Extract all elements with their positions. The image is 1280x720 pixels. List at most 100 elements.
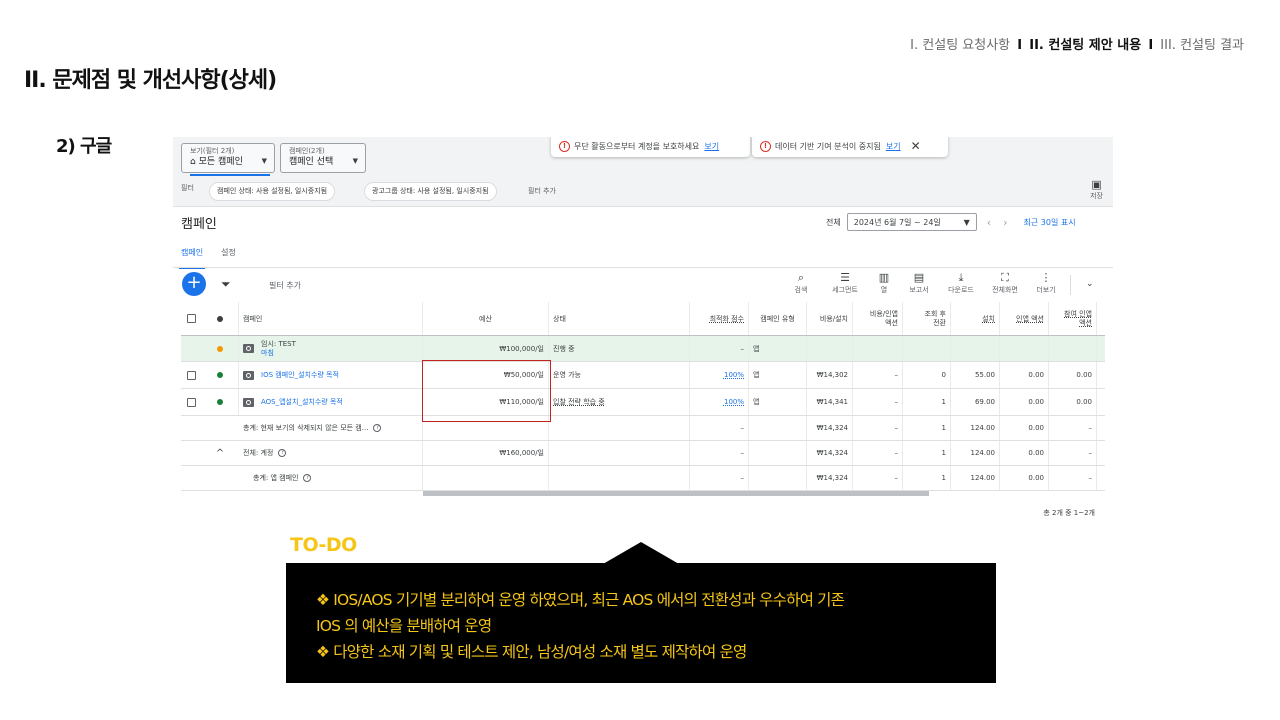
todo-label: TO-DO [290,534,357,556]
col-inapp[interactable]: 인앱 액션 [1016,314,1044,324]
tool-columns[interactable]: ▥ 열 [864,271,904,295]
view-selector[interactable]: 보기(필터 2개) ⌂ 모든 캠페인 ▼ [181,143,275,176]
table-toolbar: + ⏷ 필터 추가 ⌕ 검색 ☰ 세그먼트 ▥ 열 ▤ 보고서 ⤓ 다운로드 ⛶… [173,270,1113,302]
opt-score-value[interactable]: 100% [724,398,744,406]
nav-item-results[interactable]: III. 컨설팅 결과 [1160,38,1244,53]
toolbar-divider [1070,275,1071,295]
columns-icon: ▥ [878,271,890,284]
row-checkbox[interactable] [186,397,196,407]
col-cost-inapp[interactable]: 비용/인앱 액션 [853,302,903,335]
col-installs[interactable]: 설치 [982,314,995,324]
campaign-name[interactable]: 임시: TEST [261,340,296,349]
view-conv-value: 0 [903,362,951,388]
save-icon: ▣ [1091,178,1102,191]
help-icon[interactable]: ? [373,424,382,432]
opt-score-value[interactable]: 100% [724,371,744,379]
todo-line: ❖ 다양한 소재 기획 및 테스트 제안, 남성/여성 소재 별도 제작하여 운… [316,643,747,661]
help-icon[interactable]: ? [303,474,312,482]
tool-fullscreen[interactable]: ⛶ 전체화면 [985,271,1025,295]
date-prefix: 전체 [826,217,841,227]
more-icon: ⋮ [1040,271,1052,284]
totals-row: 총계: 앱 캠페인 ? – ₩14,324 – 1 124.00 0.00 – [181,466,1105,491]
tab-campaigns[interactable]: 캠페인 [178,243,206,269]
col-view-conv[interactable]: 조회 후 전환 [903,302,951,335]
horizontal-scrollbar[interactable] [423,491,929,496]
engage-value: 0.00 [1049,389,1097,415]
status-value: 진행 중 [549,336,690,361]
status-dot-icon [216,372,223,378]
tool-reports[interactable]: ▤ 보고서 [899,271,939,295]
col-cost-install[interactable]: 비용/설치 [807,302,853,335]
save-button[interactable]: ▣ 저장 [1090,179,1103,201]
filter-chip-campaign-status[interactable]: 캠페인 상태: 사용 설정됨, 일시중지됨 [209,182,336,201]
tool-download[interactable]: ⤓ 다운로드 [941,271,981,295]
add-filter-link[interactable]: 필터 추가 [528,186,556,196]
campaign-name-link[interactable]: AOS_앱설치_설치수량 목적 [261,397,343,407]
campaign-selector-label: 캠페인(2개) [289,147,325,155]
filter-funnel-icon[interactable]: ⏷ [221,277,231,292]
view-selector-value: 모든 캠페인 [198,157,243,167]
status-value: 운영 가능 [549,362,690,388]
installs-value: 69.00 [951,389,1000,415]
google-ads-screenshot: 보기(필터 2개) ⌂ 모든 캠페인 ▼ 캠페인(2개) 캠페인 선택 ▼ ! … [173,137,1113,527]
nav-item-proposal[interactable]: II. 컨설팅 제안 내용 [1029,38,1141,53]
row-checkbox[interactable] [186,370,196,380]
nav-item-requests[interactable]: I. 컨설팅 요청사항 [910,38,1010,53]
totals-label: 총계: 현재 보기의 삭제되지 않은 모든 캠... [243,424,369,432]
close-icon[interactable]: ✕ [911,139,921,153]
download-icon: ⤓ [958,271,964,284]
notice-view-link[interactable]: 보기 [704,141,719,152]
collapse-chevron-icon[interactable]: ^ [216,448,224,459]
table-row[interactable]: AOS_앱설치_설치수량 목적 ₩110,000/일 입찰 전략 학습 중 10… [181,389,1105,416]
cost-inapp-value: – [853,389,903,415]
notice-view-link[interactable]: 보기 [886,141,901,152]
campaigns-heading: 캠페인 [181,217,217,232]
chevron-down-icon[interactable]: ⌄ [1086,279,1094,289]
status-dot-icon [216,345,223,352]
col-budget[interactable]: 예산 [423,302,549,335]
pagination-text: 총 2개 중 1~2개 [1043,509,1095,517]
col-campaign-type[interactable]: 캠페인 유형 [749,302,807,335]
date-nav-arrows-icon[interactable]: ‹› [987,216,1020,229]
add-campaign-button[interactable]: + [182,272,206,296]
nav-separator: I [1017,38,1023,53]
tool-search[interactable]: ⌕ 검색 [781,271,821,295]
toolbar-filter-input[interactable]: 필터 추가 [269,280,301,291]
page-title: II. 문제점 및 개선사항(상세) [24,68,277,93]
date-range-picker[interactable]: 2024년 6월 7일 ~ 24일 ▼ [846,213,977,231]
cost-inapp-value: – [853,362,903,388]
opt-score-value: – [690,336,749,361]
tool-segment[interactable]: ☰ 세그먼트 [825,271,865,295]
date-range-area: 전체 2024년 6월 7일 ~ 24일 ▼ ‹› 최근 30일 표시 [826,213,1076,231]
save-label: 저장 [1090,192,1103,200]
table-row[interactable]: IOS 캠페인_설치수량 목적 ₩50,000/일 운영 가능 100% 앱 ₩… [181,362,1105,389]
search-icon: ⌕ [797,271,805,284]
app-campaign-icon [243,370,254,380]
col-status[interactable]: 상태 [549,302,690,335]
tool-more[interactable]: ⋮ 더보기 [1026,271,1066,295]
table-row[interactable]: 임시: TEST 마침 ₩100,000/일 진행 중 – 앱 [181,336,1105,362]
status-dot-icon [216,399,223,405]
totals-label: 전체: 계정 [243,449,274,457]
app-campaign-icon [243,344,254,353]
show-recent-link[interactable]: 최근 30일 표시 [1024,217,1076,228]
tab-settings[interactable]: 설정 [221,243,236,267]
status-dot-icon [216,315,223,322]
col-engage[interactable]: 참여 인앱 액션 [1049,302,1097,335]
select-all-checkbox[interactable] [186,314,196,323]
todo-box: ❖ IOS/AOS 기기별 분리하여 운영 하였으며, 최근 AOS 에서의 전… [286,563,996,683]
campaign-name-link[interactable]: IOS 캠페인_설치수량 목적 [261,370,339,380]
totals-row: ^ 전체: 계정 ? ₩160,000/일 – ₩14,324 – 1 124.… [181,441,1105,466]
view-selector-label: 보기(필터 2개) [190,147,235,155]
filter-chip-adgroup-status[interactable]: 광고그룹 상태: 사용 설정됨, 일시중지됨 [364,182,497,201]
fullscreen-icon: ⛶ [1001,271,1009,284]
help-icon[interactable]: ? [278,449,287,457]
col-campaign[interactable]: 캠페인 [239,302,423,335]
notice-text: 무단 활동으로부터 계정을 보호하세요 [574,141,700,151]
date-range-value: 2024년 6월 7일 ~ 24일 [853,217,941,227]
col-opt-score[interactable]: 최적화 점수 [710,314,744,324]
budget-value: ₩160,000/일 [423,441,549,465]
budget-highlight-box [422,360,551,422]
status-value[interactable]: 입찰 전략 학습 중 [553,397,605,407]
campaign-selector[interactable]: 캠페인(2개) 캠페인 선택 ▼ [280,143,366,173]
